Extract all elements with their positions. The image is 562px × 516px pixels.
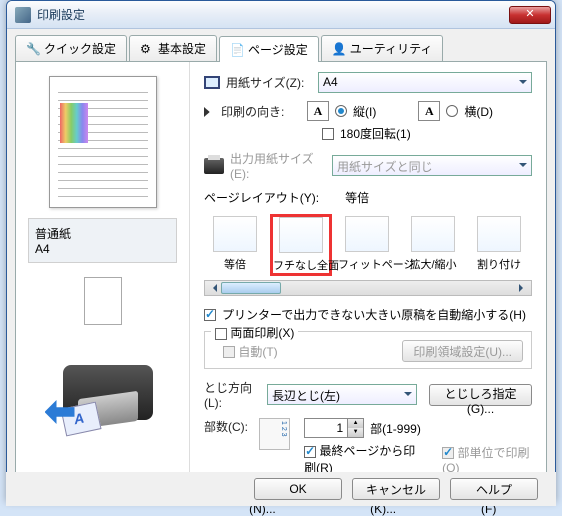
tab-label: ユーティリティ [350,40,433,57]
titlebar: 印刷設定 ✕ [7,1,555,29]
collate-label: 部単位で印刷(O) [442,446,529,475]
printer-icon [204,158,224,174]
copies-spinner[interactable]: ▲▼ [304,418,364,438]
app-icon [15,7,31,23]
preview-pane: 普通紙 A4 [16,62,190,490]
output-preview [84,277,122,325]
binding-select[interactable]: 長辺とじ(左) [267,384,417,405]
wrench-icon: 🔧 [26,42,40,56]
outputsize-label: 出力用紙サイズ(E): [230,150,326,181]
binding-value: 長辺とじ(左) [272,389,340,403]
layout-options: 等倍 フチなし全面 フィットページ 拡大/縮小 割り付け [204,214,532,276]
copies-icon [259,418,291,450]
monitor-icon [204,76,220,89]
papersize-label: 用紙サイズ(Z): [226,74,312,91]
close-button[interactable]: ✕ [509,6,551,24]
layout-item-label: 割り付け [470,256,528,272]
tab-strip: 🔧 クイック設定 ⚙ 基本設定 📄 ページ設定 👤 ユーティリティ [7,29,555,61]
layout-scrollbar[interactable] [204,280,532,296]
duplex-group: 両面印刷(X) 自動(T) 印刷領域設定(U)... [204,331,532,369]
cancel-button[interactable]: キャンセル [352,478,440,500]
tab-label: クイック設定 [44,40,116,57]
papersize-select[interactable]: A4 [318,72,532,93]
landscape-label: 横(D) [464,103,493,120]
tab-page[interactable]: 📄 ページ設定 [219,36,319,62]
media-type: 普通紙 [35,225,170,242]
check-rotate180[interactable] [322,128,334,140]
portrait-label: 縦(I) [353,103,376,120]
print-area-button: 印刷領域設定(U)... [402,340,523,362]
layout-item-label: 拡大/縮小 [404,256,462,272]
papersize-value: A4 [323,75,338,89]
tab-label: 基本設定 [158,40,206,57]
layout-nup[interactable]: 割り付け [468,214,530,276]
copies-label: 部数(C): [204,418,253,435]
radio-portrait[interactable] [335,105,347,117]
layout-borderless[interactable]: フチなし全面 [270,214,332,276]
gear-icon: ⚙ [140,42,154,56]
duplex-label: 両面印刷(X) [230,326,294,340]
ok-button[interactable]: OK [254,478,342,500]
media-size: A4 [35,242,170,256]
binding-label: とじ方向(L): [204,379,261,410]
arrow-icon [204,107,212,117]
layout-label: ページレイアウト(Y): [204,189,319,206]
rotate180-label: 180度回転(1) [340,125,411,142]
layout-normal[interactable]: 等倍 [204,214,266,276]
page-icon: 📄 [230,43,244,57]
page-preview [49,76,157,208]
margin-button[interactable]: とじしろ指定(G)... [429,384,532,406]
tab-utility[interactable]: 👤 ユーティリティ [321,35,444,61]
layout-item-label: 等倍 [206,256,264,272]
check-autoshrink[interactable] [204,309,216,321]
printer-illustration [33,345,173,445]
window-title: 印刷設定 [37,6,509,23]
help-button[interactable]: ヘルプ [450,478,538,500]
media-info: 普通紙 A4 [28,218,177,263]
layout-scale[interactable]: 拡大/縮小 [402,214,464,276]
layout-fit[interactable]: フィットページ [336,214,398,276]
outputsize-value: 用紙サイズと同じ [337,160,433,174]
person-icon: 👤 [332,42,346,56]
layout-current: 等倍 [345,189,369,206]
check-duplex[interactable] [215,328,227,340]
layout-item-label: フィットページ [338,256,396,272]
copies-range: 部(1-999) [370,420,421,437]
dialog-footer: OK キャンセル ヘルプ [6,472,556,506]
copies-input[interactable] [304,418,348,438]
orientation-label: 印刷の向き: [221,103,301,120]
lastpage-label: 最終ページから印刷(R) [304,444,415,475]
check-auto-duplex [223,346,235,358]
tab-quick[interactable]: 🔧 クイック設定 [15,35,127,61]
portrait-icon: A [307,101,329,121]
radio-landscape[interactable] [446,105,458,117]
autoshrink-label: プリンターで出力できない大きい原稿を自動縮小する(H) [222,306,526,323]
check-collate [442,447,454,459]
outputsize-select: 用紙サイズと同じ [332,155,532,176]
tab-basic[interactable]: ⚙ 基本設定 [129,35,217,61]
auto-duplex-label: 自動(T) [238,345,277,359]
landscape-icon: A [418,101,440,121]
check-lastpage[interactable] [304,446,316,458]
tab-label: ページ設定 [248,41,308,58]
layout-item-label: フチなし全面 [273,257,329,273]
